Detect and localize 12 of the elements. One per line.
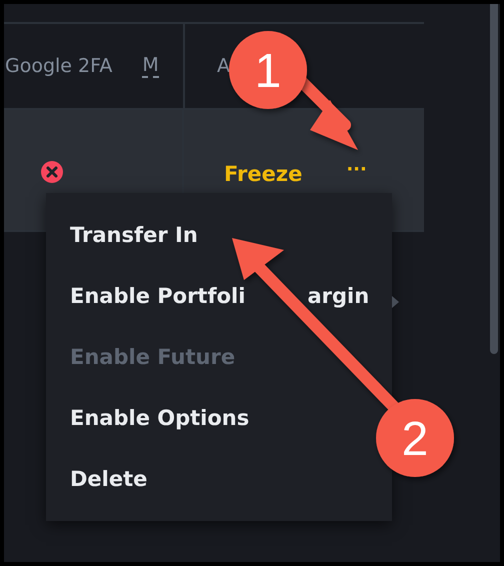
scrollbar-thumb[interactable] xyxy=(490,4,498,354)
step-number: 1 xyxy=(254,45,282,98)
more-button[interactable]: ··· xyxy=(346,158,367,180)
column-header: Google 2FA xyxy=(5,55,112,77)
menu-item[interactable]: Transfer In xyxy=(70,223,198,248)
column-header: M xyxy=(142,54,159,78)
menu-item[interactable]: Enable Portfoli argin xyxy=(70,284,370,308)
step-number: 2 xyxy=(402,413,428,466)
freeze-link[interactable]: Freeze xyxy=(224,162,302,186)
menu-item[interactable]: Delete xyxy=(70,466,148,491)
column-header: A xyxy=(217,55,230,77)
menu-item[interactable]: Enable Options xyxy=(70,406,250,430)
